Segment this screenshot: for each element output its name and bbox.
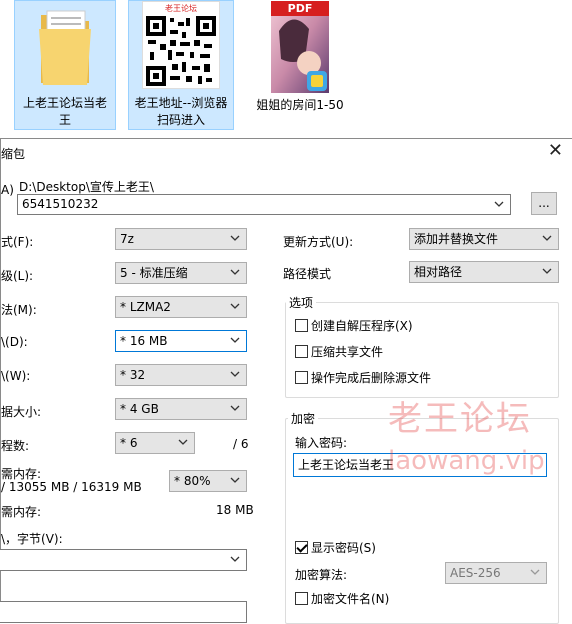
method-label: 法(M): [1, 303, 37, 317]
show-password-label: 显示密码(S) [311, 541, 376, 555]
close-button[interactable]: ✕ [548, 141, 563, 161]
chevron-down-icon [230, 405, 240, 411]
method-select[interactable]: * LZMA2 [115, 296, 247, 318]
desktop-file-pdf[interactable]: PDF 姐姐的房间1-50 [250, 0, 350, 130]
chevron-down-icon [542, 268, 552, 274]
threads-label: 程数: [1, 439, 30, 453]
dictionary-label: \(D): [1, 335, 28, 349]
decompress-memory-label: 需内存: [1, 505, 42, 519]
chevron-down-icon [230, 235, 240, 241]
qr-code-icon: 老王论坛 [142, 1, 220, 89]
titlebar: 缩包 ✕ [1, 139, 572, 167]
desktop-file-folder[interactable]: 上老王论坛当老王 [14, 0, 116, 130]
delete-after-checkbox[interactable]: 操作完成后删除源文件 [295, 371, 431, 385]
password-input[interactable]: 上老王论坛当老王 [293, 453, 547, 477]
archive-path: D:\Desktop\宣传上老王\ [19, 180, 154, 194]
path-mode-value: 相对路径 [414, 265, 463, 279]
encrypt-names-checkbox[interactable]: 加密文件名(N) [295, 592, 389, 606]
solid-block-value: * 4 GB [120, 402, 159, 416]
update-mode-select[interactable]: 添加并替换文件 [409, 228, 559, 250]
checkbox-box[interactable] [295, 345, 308, 358]
file-name: 上老王论坛当老王 [22, 96, 107, 127]
memory-percent-value: * 80% [174, 474, 211, 488]
chevron-down-icon [530, 569, 540, 575]
encryption-method-label: 加密算法: [295, 568, 348, 582]
memory-percent-select[interactable]: * 80% [169, 470, 247, 492]
chevron-down-icon [230, 337, 240, 343]
pdf-badge: PDF [271, 1, 329, 16]
threads-value: * 6 [120, 436, 138, 450]
password-label: 输入密码: [295, 436, 348, 450]
password-text: 上老王论坛当老王 [298, 458, 395, 472]
chevron-down-icon[interactable] [494, 201, 504, 208]
solid-block-label: 据大小: [1, 405, 42, 419]
desktop-area: 上老王论坛当老王 老王论坛 老王地址--浏览器扫码进入 PDF 姐姐的房间1-5… [0, 0, 572, 138]
level-select[interactable]: 5 - 标准压缩 [115, 262, 247, 284]
sfx-checkbox[interactable]: 创建自解压程序(X) [295, 319, 413, 333]
chevron-down-icon [230, 556, 240, 562]
level-label: 级(L): [1, 269, 34, 283]
desktop-file-qr[interactable]: 老王论坛 老王地址--浏览器扫码进入 [128, 0, 234, 130]
chevron-down-icon [230, 477, 240, 483]
encrypt-names-label: 加密文件名(N) [311, 592, 390, 606]
pdf-icon: PDF [271, 1, 329, 93]
sfx-label: 创建自解压程序(X) [311, 319, 413, 333]
dictionary-select[interactable]: * 16 MB [115, 330, 247, 352]
delete-after-label: 操作完成后删除源文件 [311, 371, 432, 385]
word-size-select[interactable]: * 32 [115, 364, 247, 386]
file-name: 老王地址--浏览器扫码进入 [134, 96, 228, 127]
dictionary-value: * 16 MB [120, 334, 168, 348]
update-mode-label: 更新方式(U): [283, 235, 354, 249]
threads-max: / 6 [233, 437, 249, 451]
memory-value: / 13055 MB / 16319 MB [1, 480, 142, 494]
format-label: 式(F): [1, 235, 34, 249]
checkbox-box[interactable] [295, 592, 308, 605]
threads-select[interactable]: * 6 [115, 432, 195, 454]
encryption-method-select[interactable]: AES-256 [445, 562, 547, 584]
browse-button[interactable]: ... [531, 192, 557, 215]
show-password-checkbox[interactable]: 显示密码(S) [295, 541, 376, 555]
chevron-down-icon [542, 235, 552, 241]
word-size-value: * 32 [120, 368, 146, 382]
qr-pattern [146, 16, 216, 86]
add-to-archive-dialog: 缩包 ✕ A) D:\Desktop\宣传上老王\ 6541510232 ...… [0, 138, 572, 624]
folder-icon [39, 10, 91, 85]
format-select[interactable]: 7z [115, 228, 247, 250]
chevron-down-icon [178, 439, 188, 445]
shared-files-checkbox[interactable]: 压缩共享文件 [295, 345, 383, 359]
split-volume-label: \，字节(V): [1, 532, 63, 546]
split-volume-combo[interactable] [0, 549, 247, 571]
decompress-memory-value: 18 MB [216, 503, 254, 517]
shared-files-label: 压缩共享文件 [311, 345, 384, 359]
path-mode-label: 路径模式 [283, 267, 332, 281]
checkbox-box[interactable] [295, 371, 308, 384]
checkbox-box[interactable] [295, 319, 308, 332]
chevron-down-icon [230, 269, 240, 275]
encryption-method-value: AES-256 [450, 566, 501, 580]
update-mode-value: 添加并替换文件 [414, 232, 499, 246]
options-title: 选项 [286, 294, 317, 311]
solid-block-select[interactable]: * 4 GB [115, 398, 247, 420]
archive-name-text: 6541510232 [22, 197, 99, 211]
path-mode-select[interactable]: 相对路径 [409, 261, 559, 283]
archive-name-input[interactable]: 6541510232 [17, 194, 511, 215]
method-value: * LZMA2 [120, 300, 171, 314]
chevron-down-icon [230, 371, 240, 377]
file-name: 姐姐的房间1-50 [256, 98, 344, 112]
level-value: 5 - 标准压缩 [120, 266, 188, 280]
chevron-down-icon [230, 303, 240, 309]
checkbox-box[interactable] [295, 541, 308, 554]
qr-caption: 老王论坛 [165, 4, 197, 13]
parameters-input[interactable] [0, 601, 247, 623]
archive-label: A) [1, 183, 14, 197]
dialog-title: 缩包 [1, 147, 26, 161]
encryption-title: 加密 [288, 410, 319, 427]
format-value: 7z [120, 232, 134, 246]
word-size-label: \(W): [1, 369, 31, 383]
